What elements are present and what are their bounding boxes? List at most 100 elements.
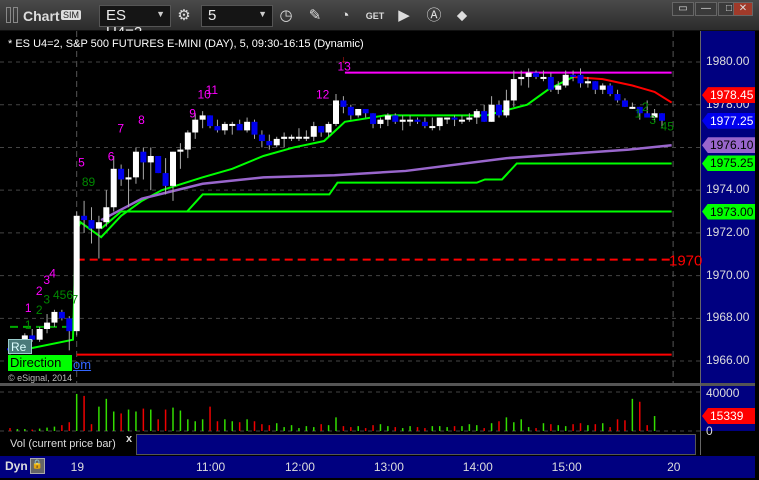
panel-divider xyxy=(0,383,755,386)
annotation-label: 2 xyxy=(642,100,649,114)
candle-body xyxy=(370,113,377,124)
annotation-label: 4 xyxy=(49,267,56,281)
close-icon[interactable]: x xyxy=(126,433,132,445)
y-tick-label: 1980.00 xyxy=(706,54,750,68)
candle-body xyxy=(525,72,532,77)
candle-body xyxy=(170,151,176,186)
candle-body xyxy=(496,104,502,116)
candle-body xyxy=(473,111,480,118)
candle-body xyxy=(325,123,332,133)
y-tick-label: 1968.00 xyxy=(706,310,750,325)
annotation-label: 8 xyxy=(138,113,145,127)
annotation-label: 3 xyxy=(43,292,50,306)
candle-body xyxy=(221,123,228,131)
re-label[interactable]: Re xyxy=(8,339,32,354)
y-tick-label: 1966.00 xyxy=(706,353,750,368)
candle-body xyxy=(555,85,562,90)
x-tick-label: 13:00 xyxy=(373,460,404,474)
candle-body xyxy=(288,136,295,139)
candle-body xyxy=(51,311,58,323)
candle-body xyxy=(333,100,339,124)
direction-label[interactable]: Direction xyxy=(8,355,72,371)
x-tick-label: 14:00 xyxy=(462,460,493,474)
candle-body xyxy=(392,115,399,122)
candle-body xyxy=(458,119,465,122)
volume-label: Vol (current price bar) xyxy=(10,438,116,450)
candle-body xyxy=(510,79,517,101)
candle-body xyxy=(192,119,199,133)
candle-body xyxy=(384,115,391,120)
om-link[interactable]: om xyxy=(73,357,91,372)
candle-body xyxy=(592,81,599,90)
candle-body xyxy=(518,76,525,80)
annotation-label: 89 xyxy=(82,175,96,189)
annotation-label: 6 xyxy=(108,149,115,163)
candle-body xyxy=(481,111,488,122)
candle-body xyxy=(436,117,443,127)
vol-tick: 40000 xyxy=(706,386,740,400)
annotation-label: 7 xyxy=(71,292,78,306)
candle-body xyxy=(251,121,258,135)
candle-body xyxy=(177,149,184,152)
annotation-label: 1 xyxy=(25,301,32,315)
annotation-label: 1 xyxy=(25,318,32,332)
annotation-label: 1 xyxy=(635,107,642,121)
lock-icon[interactable]: 🔒 xyxy=(30,458,45,474)
price-tag: 1975.25 xyxy=(702,155,755,172)
candle-body xyxy=(229,123,236,126)
candle-body xyxy=(95,222,102,229)
annotation-label: 2 xyxy=(36,284,43,298)
annotation-label: 9 xyxy=(189,107,196,121)
candle-body xyxy=(540,76,547,79)
candle-body xyxy=(66,318,73,332)
candle-body xyxy=(73,215,80,332)
candle-body xyxy=(118,168,125,180)
candle-body xyxy=(244,121,251,131)
candle-body xyxy=(562,74,569,86)
candle-body xyxy=(266,141,273,146)
chart-header: * ES U4=2, S&P 500 FUTURES E-MINI (DAY),… xyxy=(8,38,364,50)
candle-body xyxy=(399,119,406,122)
x-tick-label: 12:00 xyxy=(284,460,315,474)
annotation-label: 45 xyxy=(661,119,675,133)
candle-body xyxy=(147,155,154,163)
candle-body xyxy=(503,100,510,116)
candle-body xyxy=(258,134,265,142)
candle-body xyxy=(214,126,221,131)
annotation-label: 456 xyxy=(53,288,73,302)
candle-body xyxy=(621,100,628,107)
candle-body xyxy=(451,117,458,120)
candle-body xyxy=(303,136,310,139)
candle-body xyxy=(607,85,614,95)
dyn-label: Dyn xyxy=(5,459,28,473)
price-tag: 1977.25 xyxy=(702,112,755,129)
price-chart[interactable]: 1970↓123 45 678 91011 1213123 4567891 23 45 xyxy=(0,0,759,480)
price-tag: 1973.00 xyxy=(702,203,755,220)
candle-body xyxy=(362,108,369,114)
candle-body xyxy=(599,85,606,90)
candle-body xyxy=(584,81,591,84)
candle-body xyxy=(466,117,473,120)
candle-body xyxy=(44,322,51,329)
candle-body xyxy=(407,119,414,122)
candle-body xyxy=(132,151,139,178)
volume-legend-bar xyxy=(136,434,696,455)
candle-body xyxy=(88,220,95,229)
candle-body xyxy=(125,177,132,180)
candle-body xyxy=(310,126,317,137)
annotation-label: 5 xyxy=(78,156,85,170)
candle-body xyxy=(429,126,436,129)
candle-body xyxy=(318,126,325,133)
y-tick-label: 1974.00 xyxy=(706,182,750,197)
volume-legend: Vol (current price bar) x xyxy=(0,432,136,455)
candle-body xyxy=(614,94,621,101)
candle-body xyxy=(421,121,428,127)
candle-body xyxy=(377,119,384,124)
candle-body xyxy=(355,108,362,116)
annotation-label: 7 xyxy=(117,121,124,135)
candle-body xyxy=(155,155,162,174)
candle-body xyxy=(207,115,214,127)
candle-body xyxy=(414,119,421,122)
candle-body xyxy=(103,207,110,223)
candle-body xyxy=(236,123,243,131)
